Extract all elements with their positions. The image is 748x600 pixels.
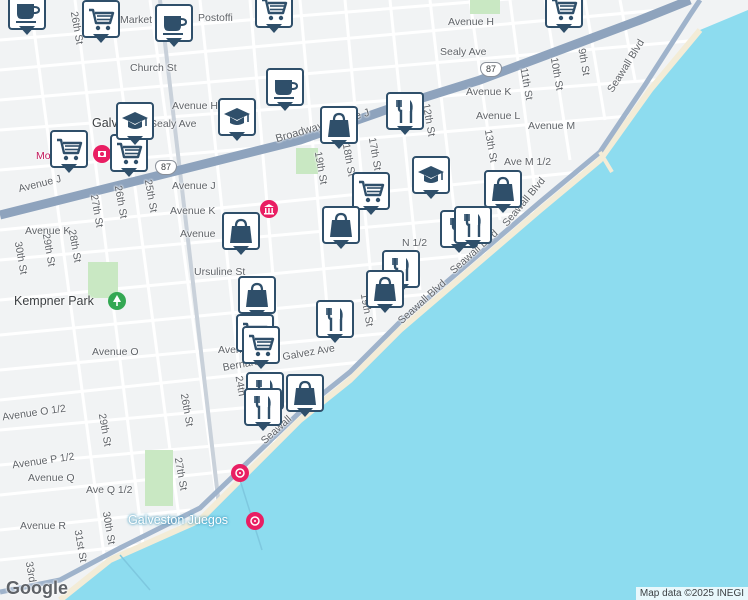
marker-pointer xyxy=(556,24,572,33)
marker-pointer xyxy=(255,422,271,431)
park-label-kempner: Kempner Park xyxy=(14,294,94,308)
street-label-avenue-l: Avenue L xyxy=(476,110,521,122)
park-area-south xyxy=(145,450,173,506)
poi-label-galveston-juegos: Galveston Juegos xyxy=(128,513,229,527)
restaurant-marker[interactable] xyxy=(454,206,492,252)
street-label-avenue-h-top: Avenue H xyxy=(448,16,494,28)
street-label-ave-q-half: Ave Q 1/2 xyxy=(86,484,133,496)
cafe-marker[interactable] xyxy=(155,4,193,50)
restaurant-marker[interactable] xyxy=(316,300,354,346)
amusement-poi-icon-2[interactable] xyxy=(246,512,264,530)
marker-pointer xyxy=(166,38,182,47)
shopping-cart-marker[interactable] xyxy=(242,326,280,372)
street-label-avenue-l-left: Avenue xyxy=(180,228,216,240)
cafe-marker[interactable] xyxy=(266,68,304,114)
shopping-cart-marker[interactable] xyxy=(545,0,583,36)
highway-87-shield-left: 87 xyxy=(155,160,177,175)
marker-pointer xyxy=(333,240,349,249)
street-label-avenue-o: Avenue O xyxy=(92,346,139,358)
street-label-avenue-h: Avenue H xyxy=(172,100,218,112)
street-label-ave-m-half: Ave M 1/2 xyxy=(504,156,552,168)
graduation-cap-marker[interactable] xyxy=(412,156,450,202)
marker-pointer xyxy=(377,304,393,313)
street-label-sealy-ave: Sealy Ave xyxy=(150,118,197,130)
shopping-bag-marker[interactable] xyxy=(222,212,260,258)
street-label-avenue-n-half: N 1/2 xyxy=(402,237,428,249)
marker-pointer xyxy=(266,24,282,33)
map-canvas[interactable]: 87 87 Market St Postoffi Avenue H Sealy … xyxy=(0,0,748,600)
graduation-cap-marker[interactable] xyxy=(116,102,154,148)
marker-pointer xyxy=(61,164,77,173)
restaurant-marker[interactable] xyxy=(244,388,282,434)
marker-pointer xyxy=(233,246,249,255)
shopping-bag-marker[interactable] xyxy=(366,270,404,316)
marker-pointer xyxy=(423,190,439,199)
street-label-avenue-q: Avenue Q xyxy=(28,472,75,484)
shopping-cart-marker[interactable] xyxy=(255,0,293,36)
marker-pointer xyxy=(297,408,313,417)
street-label-avenue-r: Avenue R xyxy=(20,520,66,532)
street-label-postoffice: Postoffi xyxy=(198,12,233,24)
street-label-avenue-m: Avenue M xyxy=(528,120,576,132)
landmark-poi-icon[interactable] xyxy=(260,200,278,218)
marker-pointer xyxy=(277,102,293,111)
graduation-cap-marker[interactable] xyxy=(218,98,256,144)
shopping-bag-marker[interactable] xyxy=(286,374,324,420)
marker-pointer xyxy=(465,240,481,249)
shopping-bag-marker[interactable] xyxy=(320,106,358,152)
marker-pointer xyxy=(327,334,343,343)
park-tree-icon[interactable] xyxy=(108,292,126,310)
marker-pointer xyxy=(331,140,347,149)
amusement-poi-icon[interactable] xyxy=(231,464,249,482)
marker-pointer xyxy=(127,136,143,145)
street-label-avenue-k: Avenue K xyxy=(466,86,512,98)
marker-pointer xyxy=(229,132,245,141)
marker-pointer xyxy=(397,126,413,135)
park-area-north xyxy=(470,0,500,14)
marker-pointer xyxy=(121,168,137,177)
street-label-sealy-ave-top: Sealy Ave xyxy=(440,46,487,58)
marker-pointer xyxy=(495,204,511,213)
marker-pointer xyxy=(93,34,109,43)
street-label-avenue-j-left: Avenue J xyxy=(172,180,216,192)
marker-pointer xyxy=(19,26,35,35)
map-attribution: Map data ©2025 INEGI xyxy=(635,587,748,600)
marker-pointer xyxy=(253,360,269,369)
highway-87-shield: 87 xyxy=(480,62,502,77)
restaurant-marker[interactable] xyxy=(386,92,424,138)
shopping-cart-marker[interactable] xyxy=(50,130,88,176)
shopping-cart-marker[interactable] xyxy=(82,0,120,46)
cafe-marker[interactable] xyxy=(8,0,46,38)
marker-pointer xyxy=(363,206,379,215)
street-label-church-st: Church St xyxy=(130,62,177,74)
street-label-avenue-k-left: Avenue K xyxy=(170,205,216,217)
shopping-bag-marker[interactable] xyxy=(322,206,360,252)
museum-poi-icon[interactable] xyxy=(93,145,111,163)
google-logo: Google xyxy=(6,578,68,598)
